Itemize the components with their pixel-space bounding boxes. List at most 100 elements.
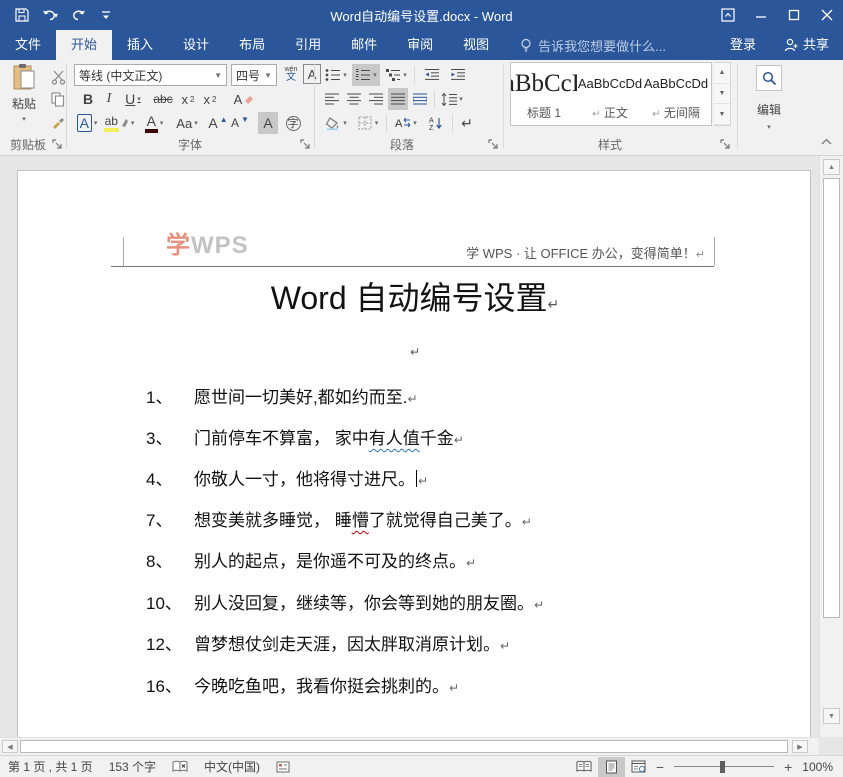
close-button[interactable] (810, 0, 843, 30)
tab-design[interactable]: 设计 (168, 30, 224, 60)
cut-button[interactable] (48, 66, 68, 88)
print-layout-button[interactable] (598, 757, 625, 777)
borders-button[interactable]: ▾ (354, 112, 382, 134)
style-heading1[interactable]: AaBbCcDd 标题 1 (511, 63, 577, 125)
zoom-in-button[interactable]: + (780, 759, 796, 775)
show-marks-button[interactable]: ↵ (456, 112, 478, 134)
shrink-font-button[interactable]: A▼ (230, 112, 250, 134)
read-mode-icon (576, 760, 592, 773)
tab-insert[interactable]: 插入 (112, 30, 168, 60)
font-dialog-launcher[interactable] (300, 139, 312, 151)
styles-scroll-down-button[interactable]: ▼ (714, 84, 730, 105)
character-border-button[interactable]: A (303, 64, 321, 84)
line-spacing-button[interactable]: ▾ (438, 88, 466, 110)
zoom-slider[interactable] (674, 757, 774, 777)
svg-text:A: A (429, 118, 434, 125)
zoom-out-button[interactable]: − (652, 759, 668, 775)
style-no-spacing[interactable]: AaBbCcDd ↵ 无间隔 (643, 63, 709, 125)
align-center-icon (347, 93, 361, 106)
clipboard-dialog-launcher[interactable] (52, 139, 64, 151)
tab-home[interactable]: 开始 (56, 30, 112, 60)
scroll-left-arrow[interactable]: ◀ (2, 740, 18, 753)
bullets-button[interactable]: ▾ (322, 64, 350, 86)
horizontal-scrollbar[interactable]: ◀ ▶ (0, 737, 819, 755)
scroll-down-arrow[interactable]: ▼ (823, 708, 840, 724)
undo-dropdown-caret[interactable]: ▾ (54, 11, 58, 20)
align-left-button[interactable] (322, 88, 342, 110)
paragraph-dialog-launcher[interactable] (488, 139, 500, 151)
document-title[interactable]: Word 自动编号设置↵ (18, 273, 812, 319)
zoom-slider-thumb[interactable] (720, 761, 725, 773)
align-right-button[interactable] (366, 88, 386, 110)
scroll-up-arrow[interactable]: ▲ (823, 159, 840, 175)
find-button[interactable] (756, 65, 782, 91)
sort-icon: AZ (429, 116, 444, 130)
superscript-button[interactable]: x2 (200, 88, 220, 110)
italic-button[interactable]: I (100, 88, 118, 110)
style-normal[interactable]: AaBbCcDd ↵ 正文 (577, 63, 643, 125)
ribbon-display-options-button[interactable] (711, 0, 744, 30)
justify-button[interactable] (388, 88, 408, 110)
styles-more-button[interactable]: ▼ (714, 104, 730, 125)
align-center-button[interactable] (344, 88, 364, 110)
horizontal-scroll-thumb[interactable] (20, 740, 788, 753)
sign-in-button[interactable]: 登录 (716, 30, 770, 60)
zoom-percentage[interactable]: 100% (796, 760, 843, 774)
copy-button[interactable] (48, 88, 68, 110)
tab-layout[interactable]: 布局 (224, 30, 280, 60)
clear-formatting-button[interactable]: A (232, 88, 256, 110)
customize-qat-button[interactable] (94, 4, 118, 26)
save-button[interactable] (10, 4, 34, 26)
text-effects-button[interactable]: A▾ (74, 112, 100, 134)
maximize-button[interactable] (777, 0, 810, 30)
proofing-status-button[interactable] (164, 760, 196, 773)
tab-view[interactable]: 视图 (448, 30, 504, 60)
word-count[interactable]: 153 个字 (101, 758, 164, 775)
shading-button[interactable]: ▾ (322, 112, 350, 134)
page-indicator[interactable]: 第 1 页 , 共 1 页 (0, 758, 101, 775)
asian-layout-button[interactable]: A ▾ (390, 112, 420, 134)
font-size-combo[interactable]: 四号 ▼ (231, 64, 277, 86)
styles-dialog-launcher[interactable] (720, 139, 732, 151)
language-indicator[interactable]: 中文(中国) (196, 758, 268, 775)
scroll-right-arrow[interactable]: ▶ (792, 740, 808, 753)
tab-references[interactable]: 引用 (280, 30, 336, 60)
paste-button[interactable]: 粘贴 ▾ (4, 63, 44, 133)
tab-file[interactable]: 文件 (0, 30, 56, 60)
macro-recording-button[interactable] (268, 761, 298, 773)
font-color-button[interactable]: A▾ (140, 112, 168, 134)
sort-button[interactable]: AZ (424, 112, 448, 134)
subscript-button[interactable]: x2 (178, 88, 198, 110)
tab-review[interactable]: 审阅 (392, 30, 448, 60)
undo-button[interactable]: ▾ (38, 4, 62, 26)
collapse-ribbon-button[interactable] (818, 134, 834, 148)
numbering-button[interactable]: ▾ (352, 64, 380, 86)
vertical-scrollbar[interactable]: ▲ ▼ (819, 156, 843, 737)
phonetic-guide-button[interactable]: wén 文 (281, 63, 301, 85)
web-layout-button[interactable] (625, 757, 652, 777)
minimize-button[interactable] (744, 0, 777, 30)
underline-button[interactable]: U▾ (120, 88, 146, 110)
change-case-button[interactable]: Aa▾ (172, 112, 202, 134)
styles-scroll-up-button[interactable]: ▲ (714, 63, 730, 84)
tell-me-box[interactable]: 告诉我您想要做什么... (520, 30, 666, 60)
bold-button[interactable]: B (78, 88, 98, 110)
share-button[interactable]: 共享 (770, 30, 843, 60)
format-painter-button[interactable] (48, 110, 68, 132)
character-shading-button[interactable]: A (258, 112, 278, 134)
read-mode-button[interactable] (571, 757, 598, 777)
multilevel-list-button[interactable]: ▾ (382, 64, 410, 86)
vertical-scroll-thumb[interactable] (823, 178, 840, 618)
decrease-indent-button[interactable] (420, 64, 444, 86)
redo-button[interactable] (66, 4, 90, 26)
grow-font-button[interactable]: A▲ (208, 112, 228, 134)
strikethrough-button[interactable]: abc (150, 88, 176, 110)
phonetic-bottom: 文 (286, 73, 296, 83)
enclose-characters-button[interactable]: 字 (282, 112, 304, 134)
tab-mailings[interactable]: 邮件 (336, 30, 392, 60)
increase-indent-button[interactable] (446, 64, 470, 86)
font-name-combo[interactable]: 等线 (中文正文) ▼ (74, 64, 227, 86)
highlight-color-button[interactable]: ab▾ (104, 112, 134, 134)
document-page[interactable]: 学WPS 学 WPS · 让 OFFICE 办公，变得简单！↵ Word 自动编… (17, 170, 811, 737)
distribute-button[interactable] (410, 88, 430, 110)
